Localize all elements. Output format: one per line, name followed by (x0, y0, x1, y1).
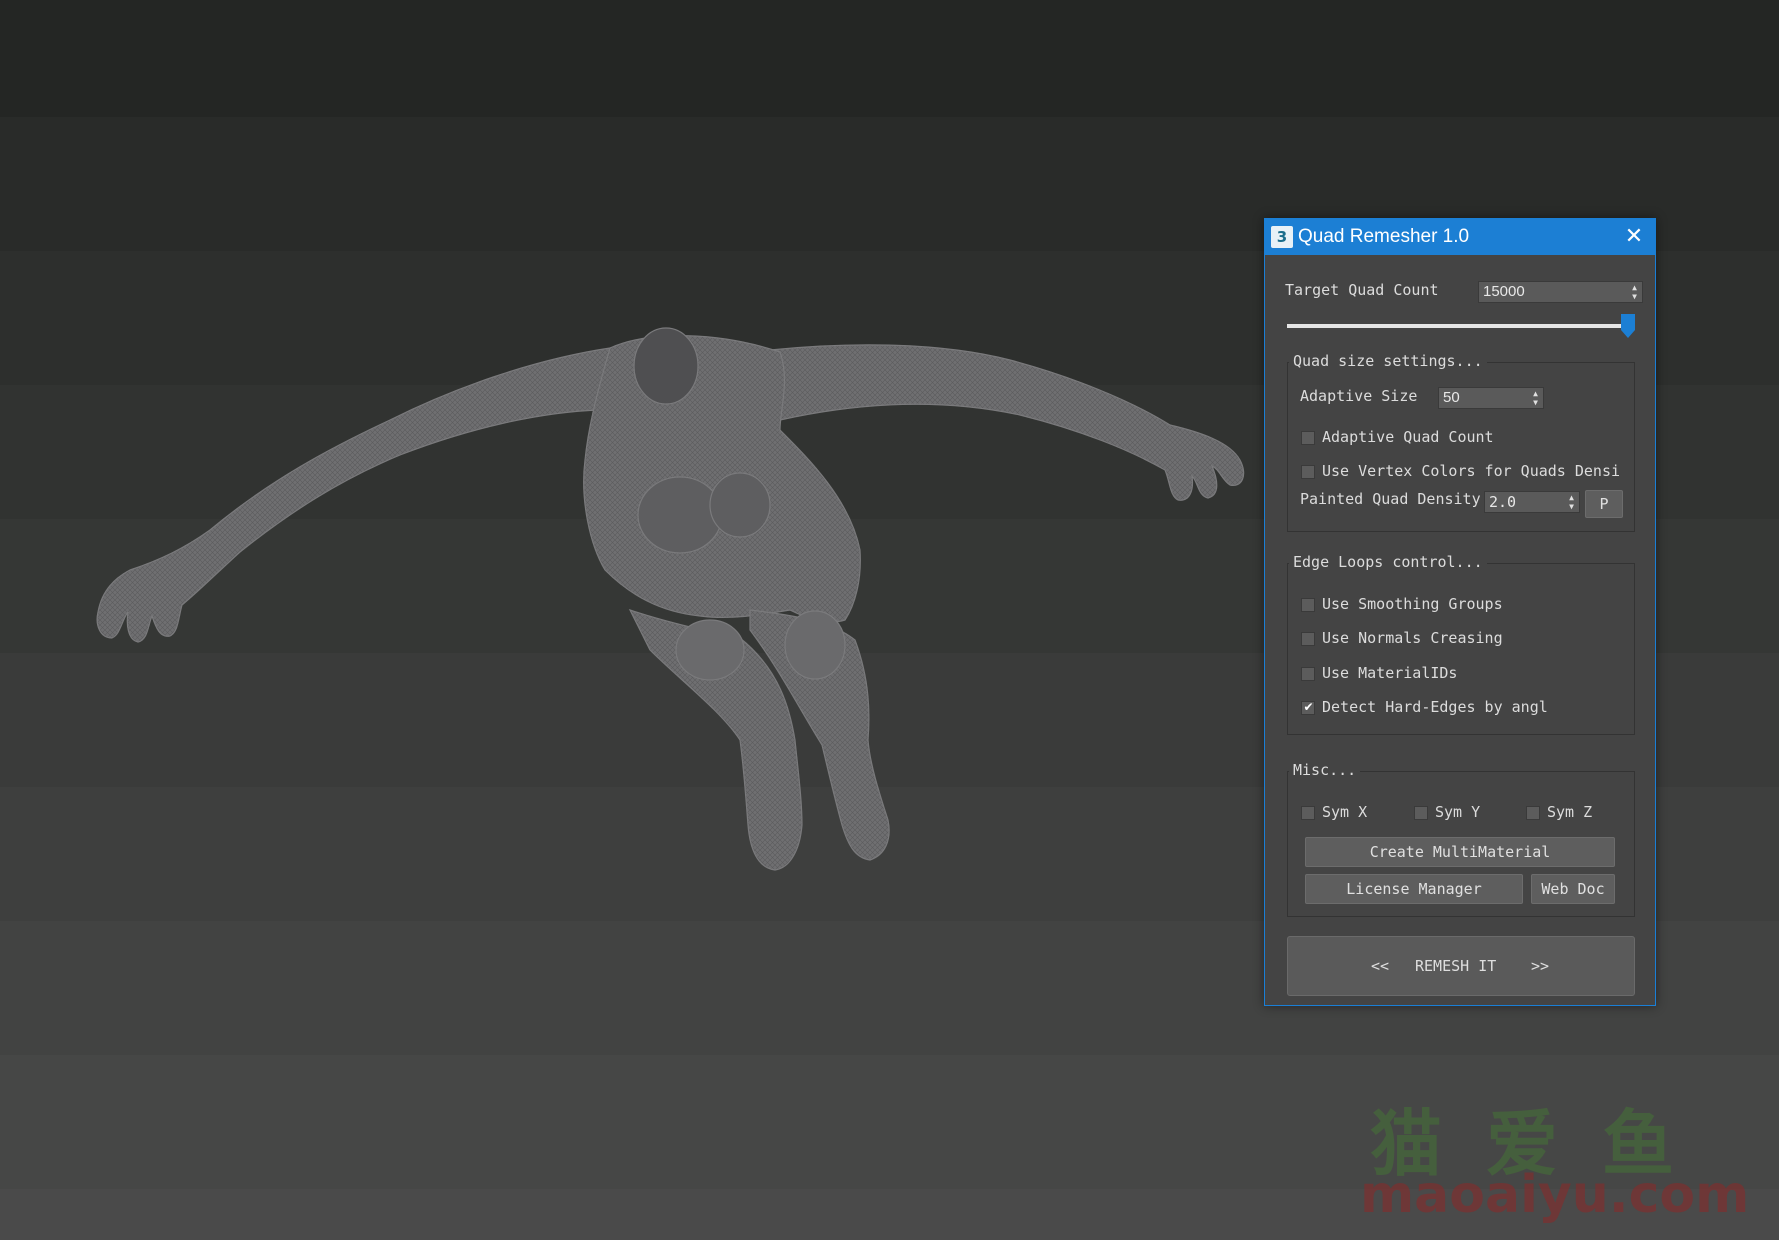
license-manager-button[interactable]: License Manager (1305, 874, 1523, 904)
target-quad-count-label: Target Quad Count (1285, 281, 1439, 299)
target-quad-count-spinner[interactable]: 15000 ▲ ▼ (1478, 281, 1643, 303)
misc-group-title: Misc... (1289, 761, 1361, 779)
right-arrows-icon: >> (1531, 957, 1550, 975)
hard-edges-label: Detect Hard-Edges by angl (1322, 698, 1548, 716)
quad-remesher-dialog: 3 Quad Remesher 1.0 ✕ Target Quad Count … (1264, 218, 1656, 1006)
watermark: 猫爱鱼 maoaiyu.com (1360, 1085, 1749, 1235)
edge-loops-group-title: Edge Loops control... (1289, 553, 1487, 571)
normals-creasing-label: Use Normals Creasing (1322, 629, 1503, 647)
paint-button[interactable]: P (1585, 490, 1623, 518)
target-quad-count-slider[interactable] (1287, 324, 1635, 328)
viewport-band (0, 0, 1779, 134)
hard-edges-checkbox[interactable]: ✔ (1301, 700, 1315, 715)
spinner-arrows-icon[interactable]: ▲ ▼ (1567, 493, 1576, 511)
dialog-title: Quad Remesher 1.0 (1298, 226, 1470, 247)
left-arrows-icon: << (1371, 957, 1390, 975)
smoothing-groups-checkbox[interactable] (1301, 598, 1315, 612)
spinner-arrows-icon[interactable]: ▲ ▼ (1630, 283, 1639, 301)
slider-thumb[interactable] (1621, 314, 1636, 338)
dialog-titlebar[interactable]: 3 Quad Remesher 1.0 ✕ (1265, 219, 1655, 255)
target-quad-count-value: 15000 (1483, 283, 1525, 300)
quad-size-group-title: Quad size settings... (1289, 352, 1487, 370)
sym-x-checkbox[interactable] (1301, 806, 1315, 820)
sym-y-checkbox[interactable] (1414, 806, 1428, 820)
close-icon[interactable]: ✕ (1619, 222, 1649, 252)
sym-z-checkbox[interactable] (1526, 806, 1540, 820)
painted-density-value: 2.0 (1489, 493, 1517, 511)
wireframe-human-mesh (96, 327, 1245, 871)
vertex-colors-label: Use Vertex Colors for Quads Densi (1322, 462, 1621, 480)
painted-density-label: Painted Quad Density (1300, 490, 1481, 508)
watermark-domain: maoaiyu.com (1360, 1165, 1750, 1225)
app-icon-glyph: 3 (1276, 228, 1288, 246)
spinner-arrows-icon[interactable]: ▲ ▼ (1531, 389, 1540, 407)
create-multimaterial-button[interactable]: Create MultiMaterial (1305, 837, 1615, 867)
remesh-it-button[interactable]: << REMESH IT >> (1287, 936, 1635, 996)
material-ids-checkbox[interactable] (1301, 667, 1315, 681)
adaptive-quad-count-checkbox[interactable] (1301, 431, 1315, 445)
painted-density-spinner[interactable]: 2.0 ▲ ▼ (1484, 491, 1580, 513)
web-doc-button[interactable]: Web Doc (1531, 874, 1615, 904)
adaptive-size-label: Adaptive Size (1300, 387, 1418, 405)
sym-y-label: Sym Y (1435, 803, 1481, 821)
normals-creasing-checkbox[interactable] (1301, 632, 1315, 646)
remesh-it-label: REMESH IT (1415, 957, 1497, 975)
3dsmax-app-icon: 3 (1271, 226, 1293, 248)
adaptive-size-spinner[interactable]: 50 ▲ ▼ (1438, 387, 1544, 409)
material-ids-label: Use MaterialIDs (1322, 664, 1458, 682)
adaptive-quad-count-label: Adaptive Quad Count (1322, 428, 1494, 446)
smoothing-groups-label: Use Smoothing Groups (1322, 595, 1503, 613)
adaptive-size-value: 50 (1443, 389, 1460, 406)
vertex-colors-checkbox[interactable] (1301, 465, 1315, 479)
sym-x-label: Sym X (1322, 803, 1368, 821)
sym-z-label: Sym Z (1547, 803, 1593, 821)
